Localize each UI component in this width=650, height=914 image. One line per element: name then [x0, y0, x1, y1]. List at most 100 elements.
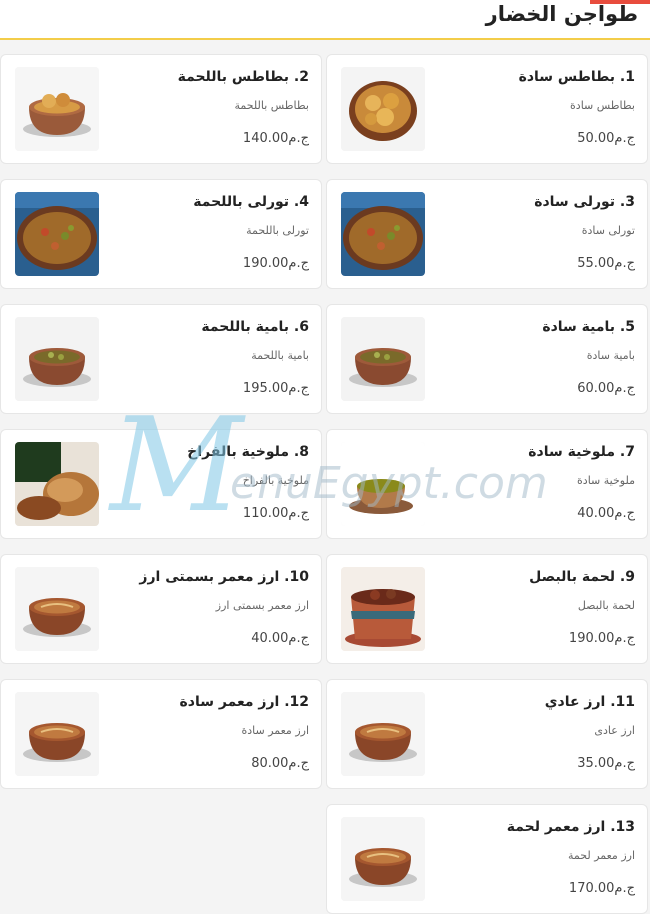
currency-label: ج.م [288, 131, 309, 146]
okra-tagine-image [15, 317, 99, 401]
menu-item-description: ملوخية سادة [577, 474, 635, 487]
currency-label: ج.م [614, 631, 635, 646]
currency-label: ج.م [614, 881, 635, 896]
menu-item-price: ج.م35.00 [577, 756, 635, 771]
currency-label: ج.م [288, 506, 309, 521]
menu-item-image[interactable] [15, 192, 99, 276]
menu-item-card[interactable]: 10. ارز معمر بسمتى ارز ارز معمر بسمتى ارز… [0, 554, 322, 664]
menu-item-image[interactable] [15, 317, 99, 401]
molokhia-chicken-image [15, 442, 99, 526]
currency-label: ج.م [614, 131, 635, 146]
menu-item-name[interactable]: 12. ارز معمر سادة [180, 694, 309, 710]
menu-item-name[interactable]: 5. بامية سادة [542, 319, 635, 335]
menu-item-name[interactable]: 2. بطاطس باللحمة [178, 69, 309, 85]
currency-label: ج.م [288, 381, 309, 396]
menu-item-image[interactable] [341, 692, 425, 776]
menu-item-price: ج.م40.00 [577, 506, 635, 521]
menu-item-name[interactable]: 1. بطاطس سادة [519, 69, 635, 85]
price-amount: 50.00 [577, 131, 615, 146]
menu-item-description: ارز عادى [594, 724, 635, 737]
rice-tagine-image [15, 567, 99, 651]
menu-item-card[interactable]: 8. ملوخية بالفراخ ملوخية بالفراخ ج.م110.00 [0, 429, 322, 539]
menu-item-description: بامية باللحمة [251, 349, 309, 362]
price-amount: 80.00 [251, 756, 289, 771]
menu-item-price: ج.م190.00 [243, 256, 309, 271]
menu-item-description: بطاطس باللحمة [234, 99, 309, 112]
menu-item-image[interactable] [341, 192, 425, 276]
currency-label: ج.م [614, 756, 635, 771]
menu-item-name[interactable]: 3. تورلى سادة [534, 194, 635, 210]
okra-tagine-image [341, 317, 425, 401]
menu-item-card[interactable]: 13. ارز معمر لحمة ارز معمر لحمة ج.م170.00 [326, 804, 648, 914]
molokhia-bowl-image [341, 442, 425, 526]
menu-item-image[interactable] [341, 567, 425, 651]
potato-dish-image [341, 67, 425, 151]
menu-item-description: ارز معمر لحمة [567, 849, 635, 862]
menu-item-card[interactable]: 6. بامية باللحمة بامية باللحمة ج.م195.00 [0, 304, 322, 414]
menu-item-card[interactable]: 7. ملوخية سادة ملوخية سادة ج.م40.00 [326, 429, 648, 539]
menu-item-price: ج.م195.00 [243, 381, 309, 396]
page-header: طواجن الخضار [0, 0, 650, 38]
menu-item-description: ارز معمر سادة [241, 724, 309, 737]
menu-item-image[interactable] [341, 317, 425, 401]
menu-item-price: ج.م80.00 [251, 756, 309, 771]
menu-item-card[interactable]: 12. ارز معمر سادة ارز معمر سادة ج.م80.00 [0, 679, 322, 789]
menu-item-card[interactable]: 11. ارز عادي ارز عادى ج.م35.00 [326, 679, 648, 789]
menu-item-card[interactable]: 5. بامية سادة بامية سادة ج.م60.00 [326, 304, 648, 414]
price-amount: 40.00 [577, 506, 615, 521]
menu-item-name[interactable]: 9. لحمة بالبصل [529, 569, 635, 585]
menu-item-price: ج.م170.00 [569, 881, 635, 896]
meat-onion-tagine-image [341, 567, 425, 651]
menu-item-description: تورلى سادة [581, 224, 635, 237]
turli-tray-image [341, 192, 425, 276]
currency-label: ج.م [614, 506, 635, 521]
menu-item-image[interactable] [15, 692, 99, 776]
menu-item-price: ج.م50.00 [577, 131, 635, 146]
price-amount: 40.00 [251, 631, 289, 646]
menu-item-name[interactable]: 4. تورلى باللحمة [193, 194, 309, 210]
price-amount: 55.00 [577, 256, 615, 271]
menu-item-card[interactable]: 9. لحمة بالبصل لحمة بالبصل ج.م190.00 [326, 554, 648, 664]
menu-item-description: بطاطس سادة [570, 99, 635, 112]
menu-item-description: ارز معمر بسمتى ارز [215, 599, 309, 612]
menu-item-price: ج.م190.00 [569, 631, 635, 646]
menu-item-image[interactable] [15, 442, 99, 526]
menu-item-card[interactable]: 1. بطاطس سادة بطاطس سادة ج.م50.00 [326, 54, 648, 164]
currency-label: ج.م [288, 756, 309, 771]
menu-item-image[interactable] [15, 67, 99, 151]
currency-label: ج.م [288, 256, 309, 271]
price-amount: 140.00 [242, 131, 289, 146]
menu-item-name[interactable]: 11. ارز عادي [545, 694, 635, 710]
price-amount: 195.00 [242, 381, 289, 396]
menu-item-card[interactable]: 4. تورلى باللحمة تورلى باللحمة ج.م190.00 [0, 179, 322, 289]
menu-item-name[interactable]: 7. ملوخية سادة [528, 444, 635, 460]
menu-item-price: ج.م110.00 [243, 506, 309, 521]
menu-item-price: ج.م40.00 [251, 631, 309, 646]
menu-item-name[interactable]: 10. ارز معمر بسمتى ارز [139, 569, 309, 585]
menu-item-description: ملوخية بالفراخ [242, 474, 309, 487]
menu-item-card[interactable]: 3. تورلى سادة تورلى سادة ج.م55.00 [326, 179, 648, 289]
menu-item-name[interactable]: 13. ارز معمر لحمة [507, 819, 635, 835]
rice-tagine-image [15, 692, 99, 776]
menu-item-description: تورلى باللحمة [246, 224, 309, 237]
section-title: طواجن الخضار [485, 2, 638, 26]
menu-item-card[interactable]: 2. بطاطس باللحمة بطاطس باللحمة ج.م140.00 [0, 54, 322, 164]
price-amount: 110.00 [242, 506, 289, 521]
price-amount: 190.00 [242, 256, 289, 271]
menu-item-image[interactable] [15, 567, 99, 651]
menu-item-description: بامية سادة [586, 349, 635, 362]
potato-meat-tagine-image [15, 67, 99, 151]
menu-item-image[interactable] [341, 817, 425, 901]
price-amount: 170.00 [568, 881, 615, 896]
menu-item-price: ج.م140.00 [243, 131, 309, 146]
menu-item-image[interactable] [341, 442, 425, 526]
price-amount: 60.00 [577, 381, 615, 396]
menu-item-name[interactable]: 8. ملوخية بالفراخ [187, 444, 309, 460]
menu-item-image[interactable] [341, 67, 425, 151]
menu-item-name[interactable]: 6. بامية باللحمة [201, 319, 309, 335]
title-underline [0, 38, 650, 40]
rice-tagine-image [341, 817, 425, 901]
menu-item-description: لحمة بالبصل [577, 599, 635, 612]
price-amount: 35.00 [577, 756, 615, 771]
turli-tray-image [15, 192, 99, 276]
